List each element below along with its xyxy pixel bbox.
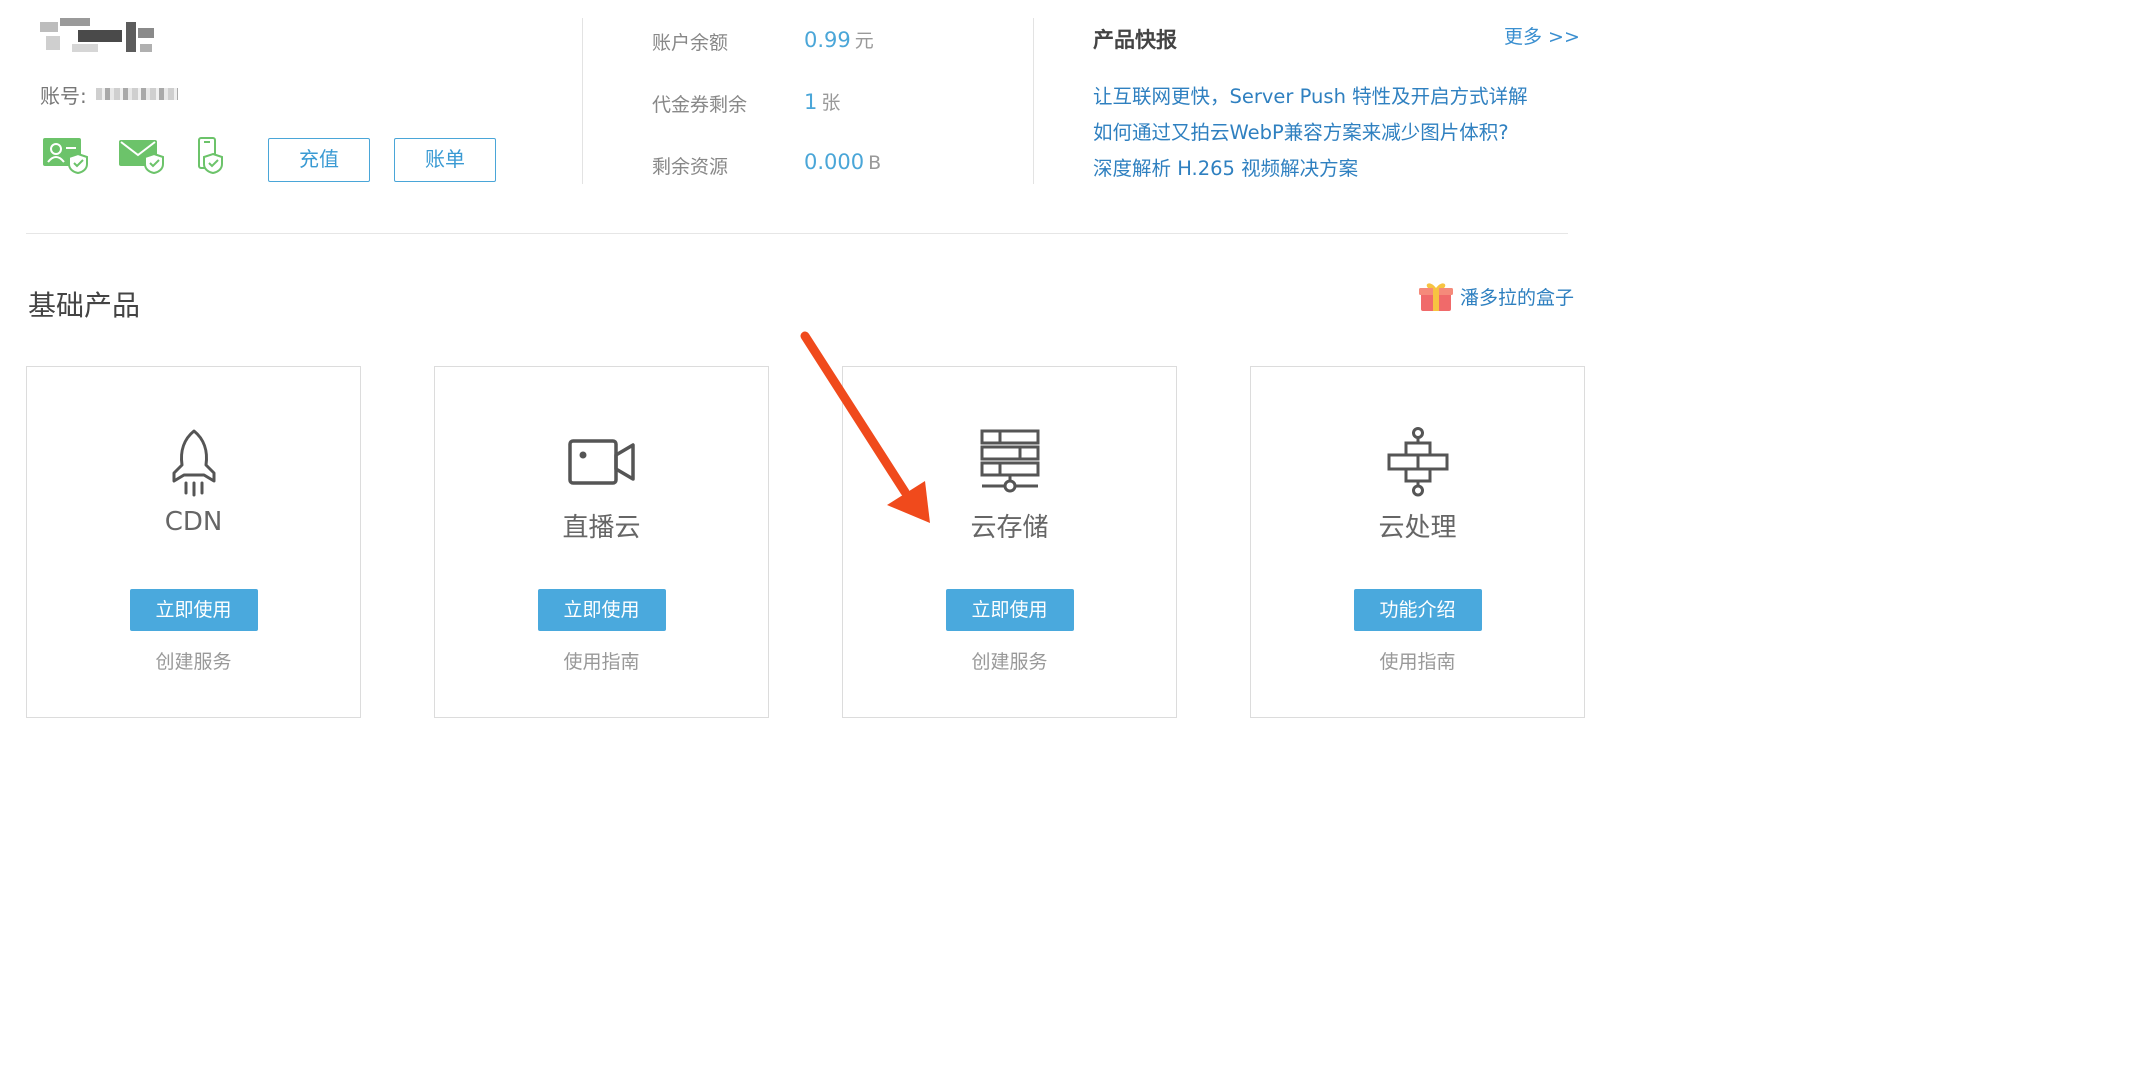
section-divider [26, 233, 1568, 234]
use-now-button[interactable]: 立即使用 [537, 589, 666, 631]
news-more-link[interactable]: 更多 >> [1504, 22, 1580, 49]
news-title: 产品快报 [1093, 28, 1177, 52]
phone-verified-icon[interactable] [196, 136, 226, 174]
processing-network-icon [1378, 427, 1458, 497]
user-guide-link[interactable]: 使用指南 [435, 647, 768, 674]
divider [582, 18, 583, 184]
email-verified-icon[interactable] [118, 136, 166, 174]
product-name: 云处理 [1378, 513, 1457, 543]
promo-link[interactable]: 潘多拉的盒子 [1418, 278, 1574, 314]
promo-text: 潘多拉的盒子 [1460, 286, 1575, 309]
divider [1033, 18, 1034, 184]
gift-icon [1419, 283, 1453, 311]
balance-value: 0.99 元 [804, 28, 874, 52]
product-card-cdn: CDN 立即使用 创建服务 [26, 366, 361, 718]
news-item[interactable]: 让互联网更快，Server Push 特性及开启方式详解 [1093, 80, 1528, 109]
resource-label: 剩余资源 [652, 156, 729, 178]
balance-label: 账户余额 [652, 32, 729, 54]
account-id-label: 账号: [40, 84, 87, 108]
create-service-link[interactable]: 创建服务 [843, 647, 1176, 674]
product-name: 云存储 [970, 513, 1049, 543]
news-item[interactable]: 深度解析 H.265 视频解决方案 [1093, 152, 1358, 181]
rocket-icon [154, 427, 234, 497]
section-title: 基础产品 [28, 289, 141, 322]
storage-server-icon [970, 427, 1050, 497]
resource-value: 0.000 B [804, 150, 882, 174]
bill-button[interactable]: 账单 [394, 138, 496, 182]
voucher-label: 代金券剩余 [652, 94, 748, 116]
identity-verified-icon[interactable] [42, 136, 90, 174]
use-now-button[interactable]: 立即使用 [945, 589, 1074, 631]
product-name: 直播云 [562, 513, 641, 543]
feature-intro-button[interactable]: 功能介绍 [1353, 589, 1482, 631]
product-card-live: 直播云 立即使用 使用指南 [434, 366, 769, 718]
recharge-button[interactable]: 充值 [268, 138, 370, 182]
create-service-link[interactable]: 创建服务 [27, 647, 360, 674]
product-card-storage: 云存储 立即使用 创建服务 [842, 366, 1177, 718]
video-camera-icon [562, 427, 642, 497]
product-name: CDN [164, 507, 223, 537]
news-item[interactable]: 如何通过又拍云WebP兼容方案来减少图片体积? [1093, 116, 1509, 145]
use-now-button[interactable]: 立即使用 [129, 589, 258, 631]
account-name-redacted [40, 18, 154, 56]
product-card-processing: 云处理 功能介绍 使用指南 [1250, 366, 1585, 718]
account-id-redacted [96, 88, 178, 100]
user-guide-link[interactable]: 使用指南 [1251, 647, 1584, 674]
voucher-value: 1张 [804, 90, 841, 114]
